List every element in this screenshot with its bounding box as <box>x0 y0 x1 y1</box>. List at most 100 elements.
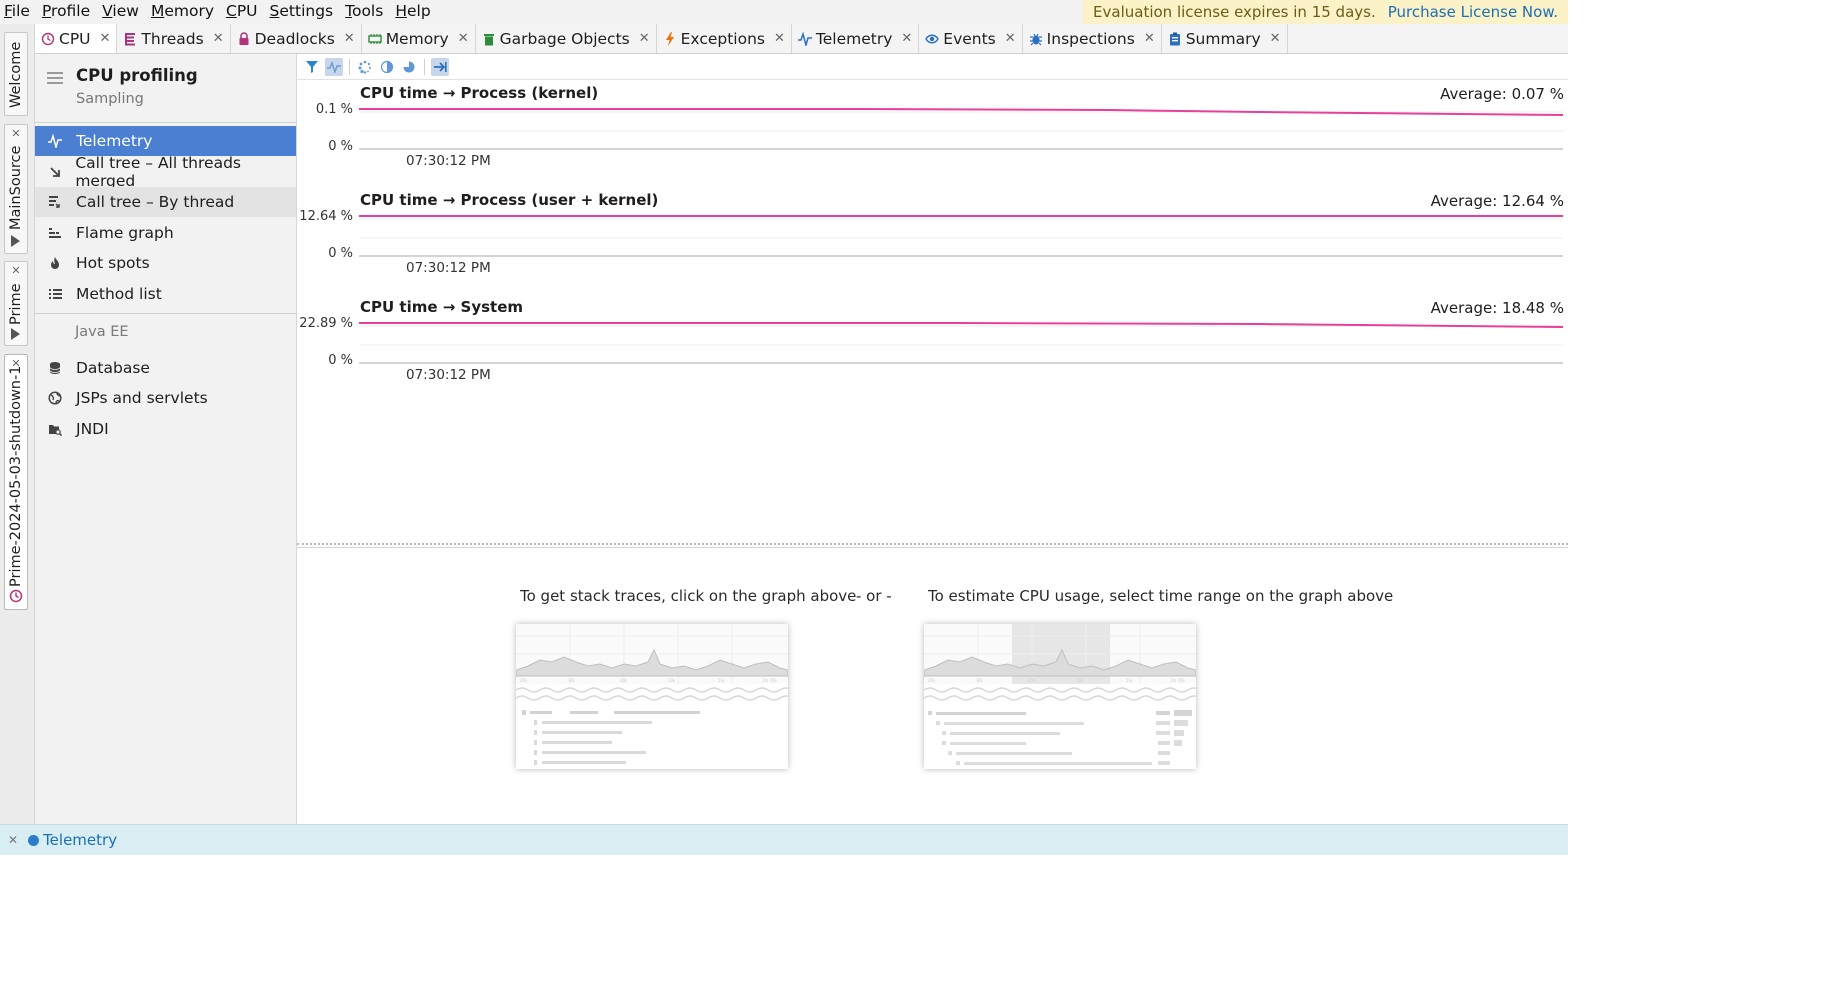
stack-traces-preview-image: 20s 30s 40s 50s 1m 1m 10s <box>516 624 788 769</box>
tab-garbage-objects[interactable]: Garbage Objects ✕ <box>476 24 657 53</box>
tab-deadlocks[interactable]: Deadlocks ✕ <box>231 24 362 53</box>
side-tab-snapshot-label: Prime-2024-05-03-shutdown-1 <box>8 365 24 587</box>
graph-time-label: 07:30:12 PM <box>406 367 491 383</box>
export-arrow-icon[interactable] <box>431 57 449 76</box>
tab-memory[interactable]: Memory ✕ <box>362 24 476 53</box>
svg-text:20s: 20s <box>520 678 527 683</box>
panel-splitter[interactable] <box>297 543 1568 548</box>
close-icon[interactable]: ✕ <box>5 264 27 277</box>
tab-inspections[interactable]: Inspections ✕ <box>1023 24 1162 53</box>
tab-cpu[interactable]: CPU ✕ <box>35 24 118 53</box>
hint-or: - or - <box>856 587 892 605</box>
close-icon[interactable]: ✕ <box>1144 31 1155 46</box>
menu-file[interactable]: File <box>0 0 36 24</box>
close-icon[interactable]: ✕ <box>1005 31 1016 46</box>
close-icon[interactable]: ✕ <box>344 31 355 46</box>
sidebar-item-flame-graph[interactable]: Flame graph <box>35 218 296 248</box>
lightning-icon <box>663 31 677 46</box>
license-message: Evaluation license expires in 15 days. <box>1093 3 1376 21</box>
side-tab-welcome[interactable]: Welcome <box>4 32 28 116</box>
svg-text:30s: 30s <box>568 678 575 683</box>
menu-settings[interactable]: Settings <box>264 0 340 24</box>
filter-icon[interactable] <box>303 58 321 76</box>
menu-cpu[interactable]: CPU <box>220 0 264 24</box>
divider <box>349 58 350 75</box>
pie-icon[interactable] <box>400 58 418 76</box>
tab-label: Telemetry <box>815 29 893 48</box>
sidebar-item-label: JSPs and servlets <box>76 389 208 407</box>
list-icon <box>47 286 63 302</box>
cpu-estimate-preview-image: 20s 30s 40s 50s 1m 1m 10s <box>924 624 1196 769</box>
hamburger-icon[interactable] <box>47 72 63 107</box>
lock-icon <box>237 31 251 46</box>
menu-profile[interactable]: Profile <box>36 0 96 24</box>
sidebar-item-call-tree-merged[interactable]: Call tree – All threads merged <box>35 154 296 190</box>
spinner-icon[interactable] <box>356 58 374 76</box>
pie-half-icon[interactable] <box>378 58 396 76</box>
status-telemetry-link[interactable]: Telemetry <box>43 831 117 849</box>
sidebar-header: CPU profiling Sampling <box>47 66 198 107</box>
close-icon[interactable]: ✕ <box>100 31 111 46</box>
telemetry-toggle-icon[interactable] <box>325 57 343 76</box>
tab-summary[interactable]: Summary ✕ <box>1162 24 1288 53</box>
sidebar-item-telemetry[interactable]: Telemetry <box>35 126 296 156</box>
close-icon[interactable]: ✕ <box>1270 31 1281 46</box>
sidebar-item-call-tree-by-thread[interactable]: Call tree – By thread <box>35 187 296 217</box>
sidebar-item-jndi[interactable]: JNDI <box>35 414 296 444</box>
menu-settings-rest: ettings <box>279 2 334 20</box>
side-tab-mainsource-label: MainSource <box>8 145 24 231</box>
telemetry-graph[interactable]: CPU time → Process (user + kernel) Avera… <box>297 187 1568 294</box>
svg-text:1m 10s: 1m 10s <box>762 678 777 683</box>
sidebar-item-hot-spots[interactable]: Hot spots <box>35 248 296 278</box>
side-tab-prime[interactable]: ✕ Prime <box>4 261 28 346</box>
menu-memory[interactable]: Memory <box>145 0 220 24</box>
graph-y-max-label: 12.64 % <box>299 209 353 224</box>
cpu-view-sidebar: CPU profiling Sampling Telemetry Call tr… <box>35 54 297 824</box>
close-icon[interactable]: ✕ <box>458 31 469 46</box>
menu-mnemonic: T <box>345 2 352 20</box>
close-icon[interactable]: ✕ <box>5 127 27 140</box>
sidebar-item-label: Call tree – All threads merged <box>75 154 241 190</box>
menu-mnemonic: F <box>4 2 12 20</box>
tab-label: Inspections <box>1046 29 1135 48</box>
graph-plot[interactable] <box>359 312 1563 366</box>
sidebar-title: CPU profiling <box>76 66 198 85</box>
sidebar-item-database[interactable]: Database <box>35 353 296 383</box>
menu-bar: File Profile View Memory CPU Settings To… <box>0 0 1568 24</box>
svg-text:50s: 50s <box>668 678 675 683</box>
clipboard-icon <box>1168 32 1182 46</box>
telemetry-graph[interactable]: CPU time → Process (kernel) Average: 0.0… <box>297 80 1568 187</box>
play-icon <box>11 328 20 340</box>
side-tab-mainsource[interactable]: ✕ MainSource <box>4 124 28 254</box>
close-icon[interactable]: ✕ <box>774 31 785 46</box>
graph-plot[interactable] <box>359 98 1563 152</box>
tab-threads[interactable]: Threads ✕ <box>117 24 231 53</box>
divider <box>35 313 297 314</box>
tab-label: CPU <box>59 29 91 48</box>
graph-plot[interactable] <box>359 205 1563 259</box>
memory-chip-icon <box>367 32 382 46</box>
tab-events[interactable]: Events ✕ <box>919 24 1023 53</box>
close-icon[interactable]: ✕ <box>213 31 224 46</box>
menu-tools-rest: ools <box>351 2 384 20</box>
cpu-clock-icon <box>9 589 23 603</box>
thread-tree-icon <box>47 194 63 210</box>
hint-estimate-cpu: To estimate CPU usage, select time range… <box>928 587 1394 605</box>
side-tab-snapshot[interactable]: ✕ Prime-2024-05-03-shutdown-1 <box>4 354 28 610</box>
close-icon[interactable]: ✕ <box>8 833 18 847</box>
purchase-license-link[interactable]: Purchase License Now. <box>1388 3 1558 21</box>
menu-tools[interactable]: Tools <box>339 0 389 24</box>
menu-view[interactable]: View <box>96 0 145 24</box>
session-tab-strip: Welcome ✕ MainSource ✕ Prime ✕ Prime-202… <box>0 24 35 824</box>
tab-telemetry[interactable]: Telemetry ✕ <box>792 24 920 53</box>
svg-text:40s: 40s <box>620 678 627 683</box>
tab-exceptions[interactable]: Exceptions ✕ <box>657 24 792 53</box>
close-icon[interactable]: ✕ <box>639 31 650 46</box>
divider <box>424 58 425 75</box>
sidebar-item-jsps-servlets[interactable]: JSPs and servlets <box>35 383 296 413</box>
sidebar-item-method-list[interactable]: Method list <box>35 279 296 309</box>
menu-help[interactable]: Help <box>389 0 436 24</box>
graph-time-label: 07:30:12 PM <box>406 153 491 169</box>
telemetry-graph[interactable]: CPU time → System Average: 18.48 % 22.89… <box>297 294 1568 401</box>
close-icon[interactable]: ✕ <box>901 31 912 46</box>
